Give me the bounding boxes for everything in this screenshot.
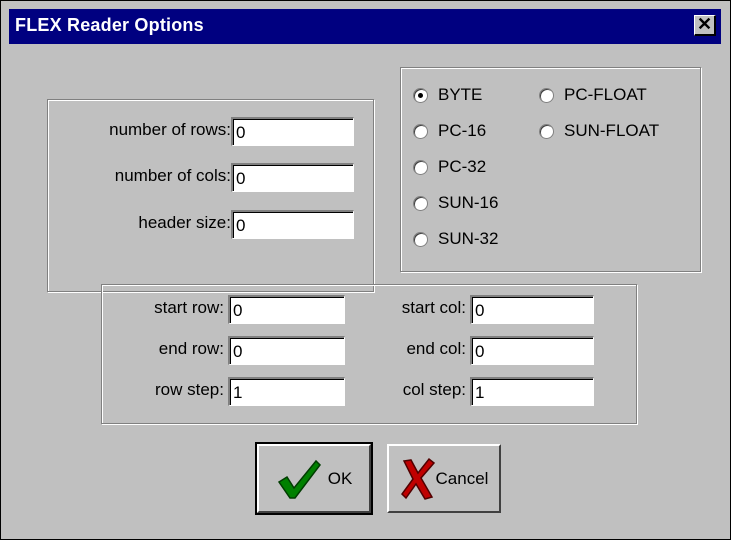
subset-group: start row: end row: row step: start col:… <box>101 284 637 424</box>
row-step-label: row step: <box>155 380 224 399</box>
radio-selected-icon <box>413 87 428 103</box>
radio-pc-float-label: PC-FLOAT <box>564 85 647 104</box>
start-col-label: start col: <box>401 298 466 317</box>
header-size-field[interactable] <box>231 210 354 239</box>
close-button[interactable]: ✕ <box>694 15 716 36</box>
radio-sun-float[interactable]: SUN-FLOAT <box>539 119 659 143</box>
data-type-group: BYTE PC-16 PC-32 SUN-16 SUN-32 PC-FLOAT <box>400 67 701 272</box>
row-step-field[interactable] <box>228 377 345 406</box>
radio-unselected-icon <box>413 195 428 211</box>
flex-reader-options-dialog: FLEX Reader Options ✕ number of rows: nu… <box>0 0 731 540</box>
radio-pc-float[interactable]: PC-FLOAT <box>539 83 647 107</box>
radio-sun-16-label: SUN-16 <box>438 193 499 212</box>
radio-unselected-icon <box>539 87 554 103</box>
close-icon: ✕ <box>696 14 713 34</box>
cancel-label: Cancel <box>435 468 489 488</box>
ok-label: OK <box>327 468 353 488</box>
radio-unselected-icon <box>539 123 554 139</box>
header-size-label: header size: <box>138 213 231 232</box>
dimensions-group: number of rows: number of cols: header s… <box>47 99 374 292</box>
end-col-label: end col: <box>406 339 466 358</box>
cols-field[interactable] <box>231 163 354 192</box>
radio-pc-32[interactable]: PC-32 <box>413 155 486 179</box>
end-row-field[interactable] <box>228 336 345 365</box>
radio-unselected-icon <box>413 123 428 139</box>
radio-pc-32-label: PC-32 <box>438 157 487 176</box>
radio-byte-label: BYTE <box>438 85 483 104</box>
col-step-label: col step: <box>402 380 466 399</box>
radio-sun-32[interactable]: SUN-32 <box>413 227 498 251</box>
radio-sun-float-label: SUN-FLOAT <box>564 121 660 140</box>
start-row-label: start row: <box>154 298 224 317</box>
title-bar[interactable]: FLEX Reader Options ✕ <box>9 9 721 44</box>
radio-unselected-icon <box>413 159 428 175</box>
cancel-button[interactable]: Cancel <box>387 444 501 513</box>
cols-label: number of cols: <box>114 166 231 185</box>
radio-sun-16[interactable]: SUN-16 <box>413 191 498 215</box>
checkmark-icon <box>277 459 321 499</box>
radio-sun-32-label: SUN-32 <box>438 229 499 248</box>
window-title: FLEX Reader Options <box>15 15 204 35</box>
x-mark-icon <box>400 457 435 500</box>
radio-unselected-icon <box>413 231 428 247</box>
rows-field[interactable] <box>231 117 354 146</box>
radio-pc-16[interactable]: PC-16 <box>413 119 486 143</box>
dialog-body: number of rows: number of cols: header s… <box>9 44 721 531</box>
radio-pc-16-label: PC-16 <box>438 121 487 140</box>
start-row-field[interactable] <box>228 295 345 324</box>
end-row-label: end row: <box>158 339 224 358</box>
col-step-field[interactable] <box>470 377 594 406</box>
radio-byte[interactable]: BYTE <box>413 83 482 107</box>
start-col-field[interactable] <box>470 295 594 324</box>
end-col-field[interactable] <box>470 336 594 365</box>
rows-label: number of rows: <box>109 120 231 139</box>
ok-button[interactable]: OK <box>255 442 373 515</box>
